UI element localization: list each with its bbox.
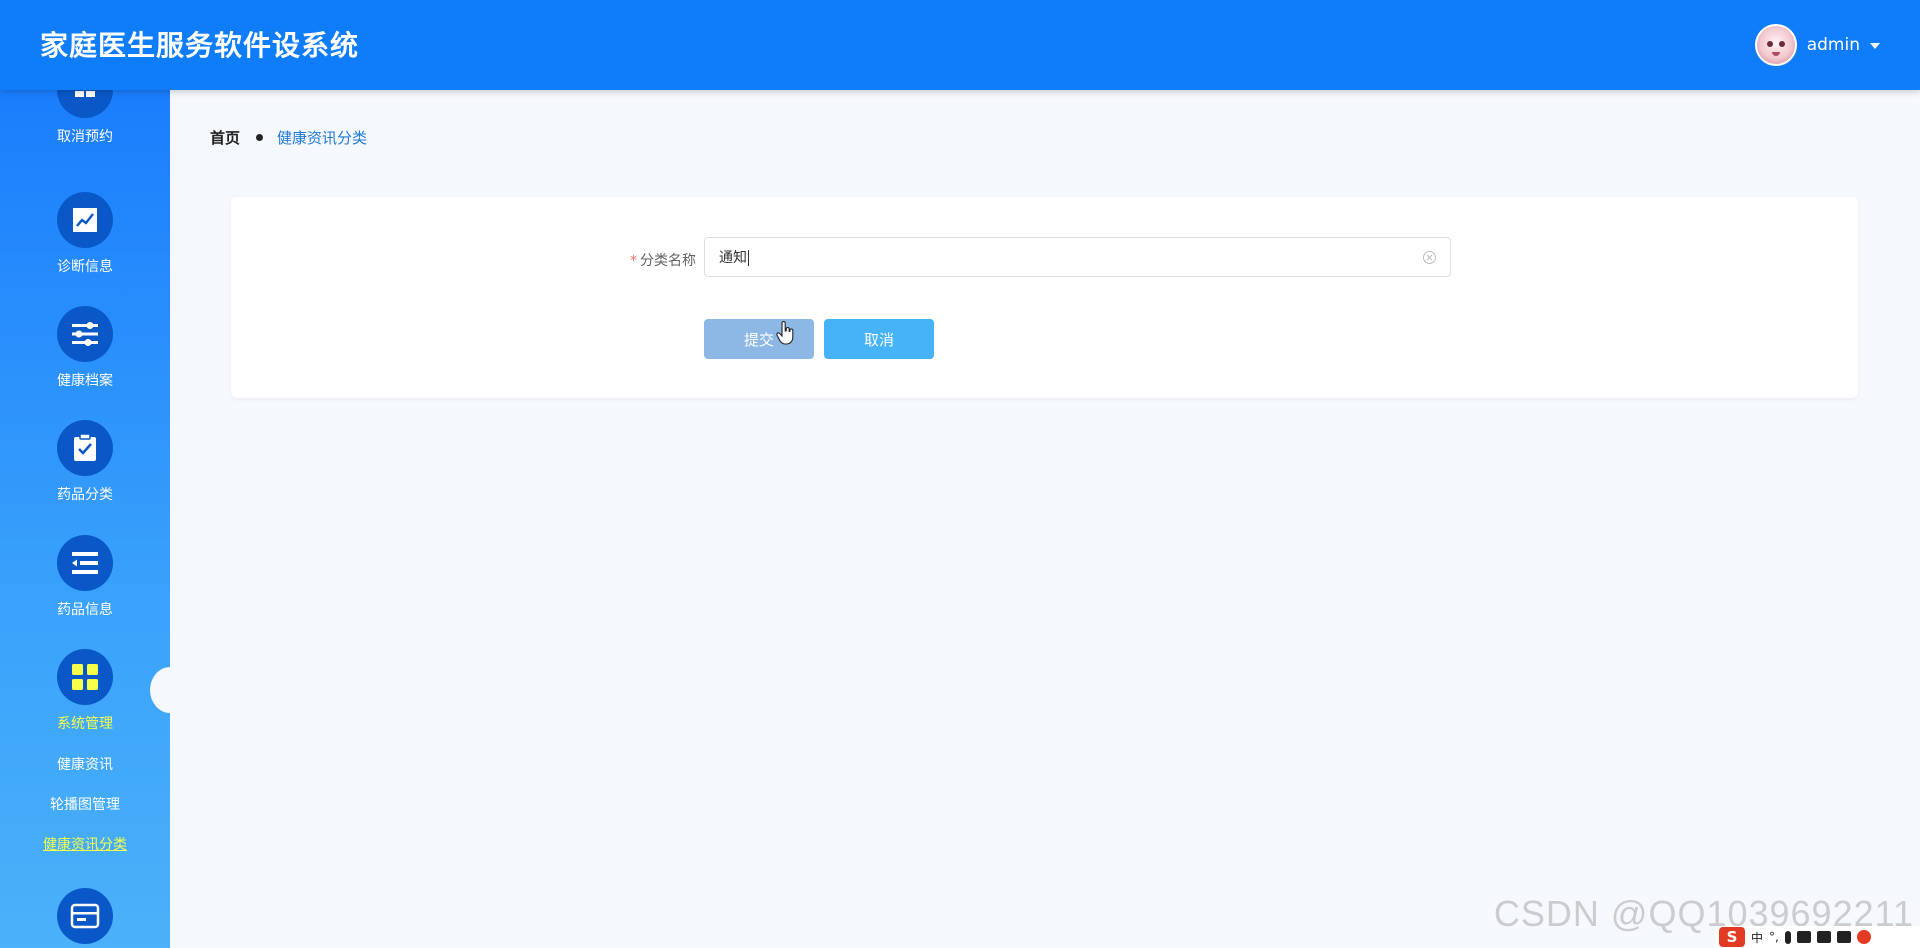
- sidebar-item-more[interactable]: [0, 888, 170, 944]
- list-icon: [57, 535, 113, 591]
- shirt-icon[interactable]: [1816, 931, 1831, 943]
- sidebar-item-label: 诊断信息: [57, 259, 113, 275]
- grid-menu-icon[interactable]: [1836, 931, 1851, 943]
- sidebar-subitem-health-news[interactable]: 健康资讯: [0, 754, 170, 774]
- breadcrumb-current: 健康资讯分类: [277, 129, 368, 147]
- chart-icon: [57, 192, 113, 248]
- input-value-text[interactable]: 通知: [719, 250, 747, 266]
- hand-cursor-icon: [776, 321, 794, 345]
- breadcrumb-separator-icon: [256, 134, 264, 141]
- sidebar: 取消预约 诊断信息 健康档案 药品分类 药品信息 系统管理 健康资讯 轮播图管理…: [0, 90, 170, 948]
- top-header: 家庭医生服务软件设系统 admin: [0, 0, 1920, 90]
- sidebar-item-drug-info[interactable]: 药品信息: [0, 535, 170, 619]
- submit-button[interactable]: 提交: [704, 319, 814, 359]
- form-card: [231, 197, 1858, 398]
- sidebar-item-diagnosis[interactable]: 诊断信息: [0, 192, 170, 276]
- ime-logo-icon[interactable]: S: [1719, 927, 1745, 947]
- sidebar-item-label: 健康档案: [57, 373, 113, 389]
- grid-icon: [57, 649, 113, 705]
- ime-mode[interactable]: 中: [1751, 929, 1763, 946]
- username[interactable]: admin: [1807, 35, 1860, 55]
- sidebar-item-system-management[interactable]: 系统管理: [0, 649, 170, 733]
- card-icon: [57, 888, 113, 944]
- sidebar-item-label: 取消预约: [57, 129, 113, 145]
- avatar[interactable]: [1754, 24, 1797, 66]
- sidebar-subitem-carousel[interactable]: 轮播图管理: [0, 794, 170, 814]
- app-title: 家庭医生服务软件设系统: [40, 29, 360, 62]
- breadcrumb-home[interactable]: 首页: [210, 127, 240, 148]
- sidebar-item-label: 系统管理: [57, 716, 113, 732]
- calendar-icon: [57, 90, 113, 118]
- active-indicator: [150, 667, 190, 713]
- category-name-label-text: 分类名称: [640, 253, 696, 269]
- caret-down-icon[interactable]: [1870, 43, 1880, 49]
- clipboard-check-icon: [57, 420, 113, 476]
- user-menu[interactable]: admin: [1754, 24, 1880, 66]
- ime-toolbar[interactable]: S 中 °,: [1715, 926, 1920, 948]
- ime-punct[interactable]: °,: [1769, 930, 1779, 944]
- sidebar-item-label: 药品信息: [57, 602, 113, 618]
- sidebar-item-label: 药品分类: [57, 487, 113, 503]
- microphone-icon[interactable]: [1784, 930, 1791, 944]
- heart-icon[interactable]: [1856, 930, 1871, 944]
- clear-icon[interactable]: [1423, 250, 1436, 264]
- cancel-button[interactable]: 取消: [824, 319, 934, 359]
- sidebar-item-health-records[interactable]: 健康档案: [0, 306, 170, 390]
- sidebar-subitem-health-news-category[interactable]: 健康资讯分类: [0, 834, 170, 854]
- sidebar-item-drug-category[interactable]: 药品分类: [0, 420, 170, 504]
- category-name-input-value[interactable]: 通知: [719, 247, 1423, 267]
- category-name-input[interactable]: 通知: [704, 237, 1451, 277]
- sidebar-item-cancel-appointment[interactable]: 取消预约: [0, 90, 170, 146]
- keyboard-icon[interactable]: [1796, 931, 1811, 943]
- breadcrumb: 首页 健康资讯分类: [210, 127, 367, 148]
- text-cursor: [748, 250, 749, 266]
- sliders-icon: [57, 306, 113, 362]
- category-name-label: * 分类名称: [620, 250, 696, 270]
- required-mark: *: [630, 253, 637, 269]
